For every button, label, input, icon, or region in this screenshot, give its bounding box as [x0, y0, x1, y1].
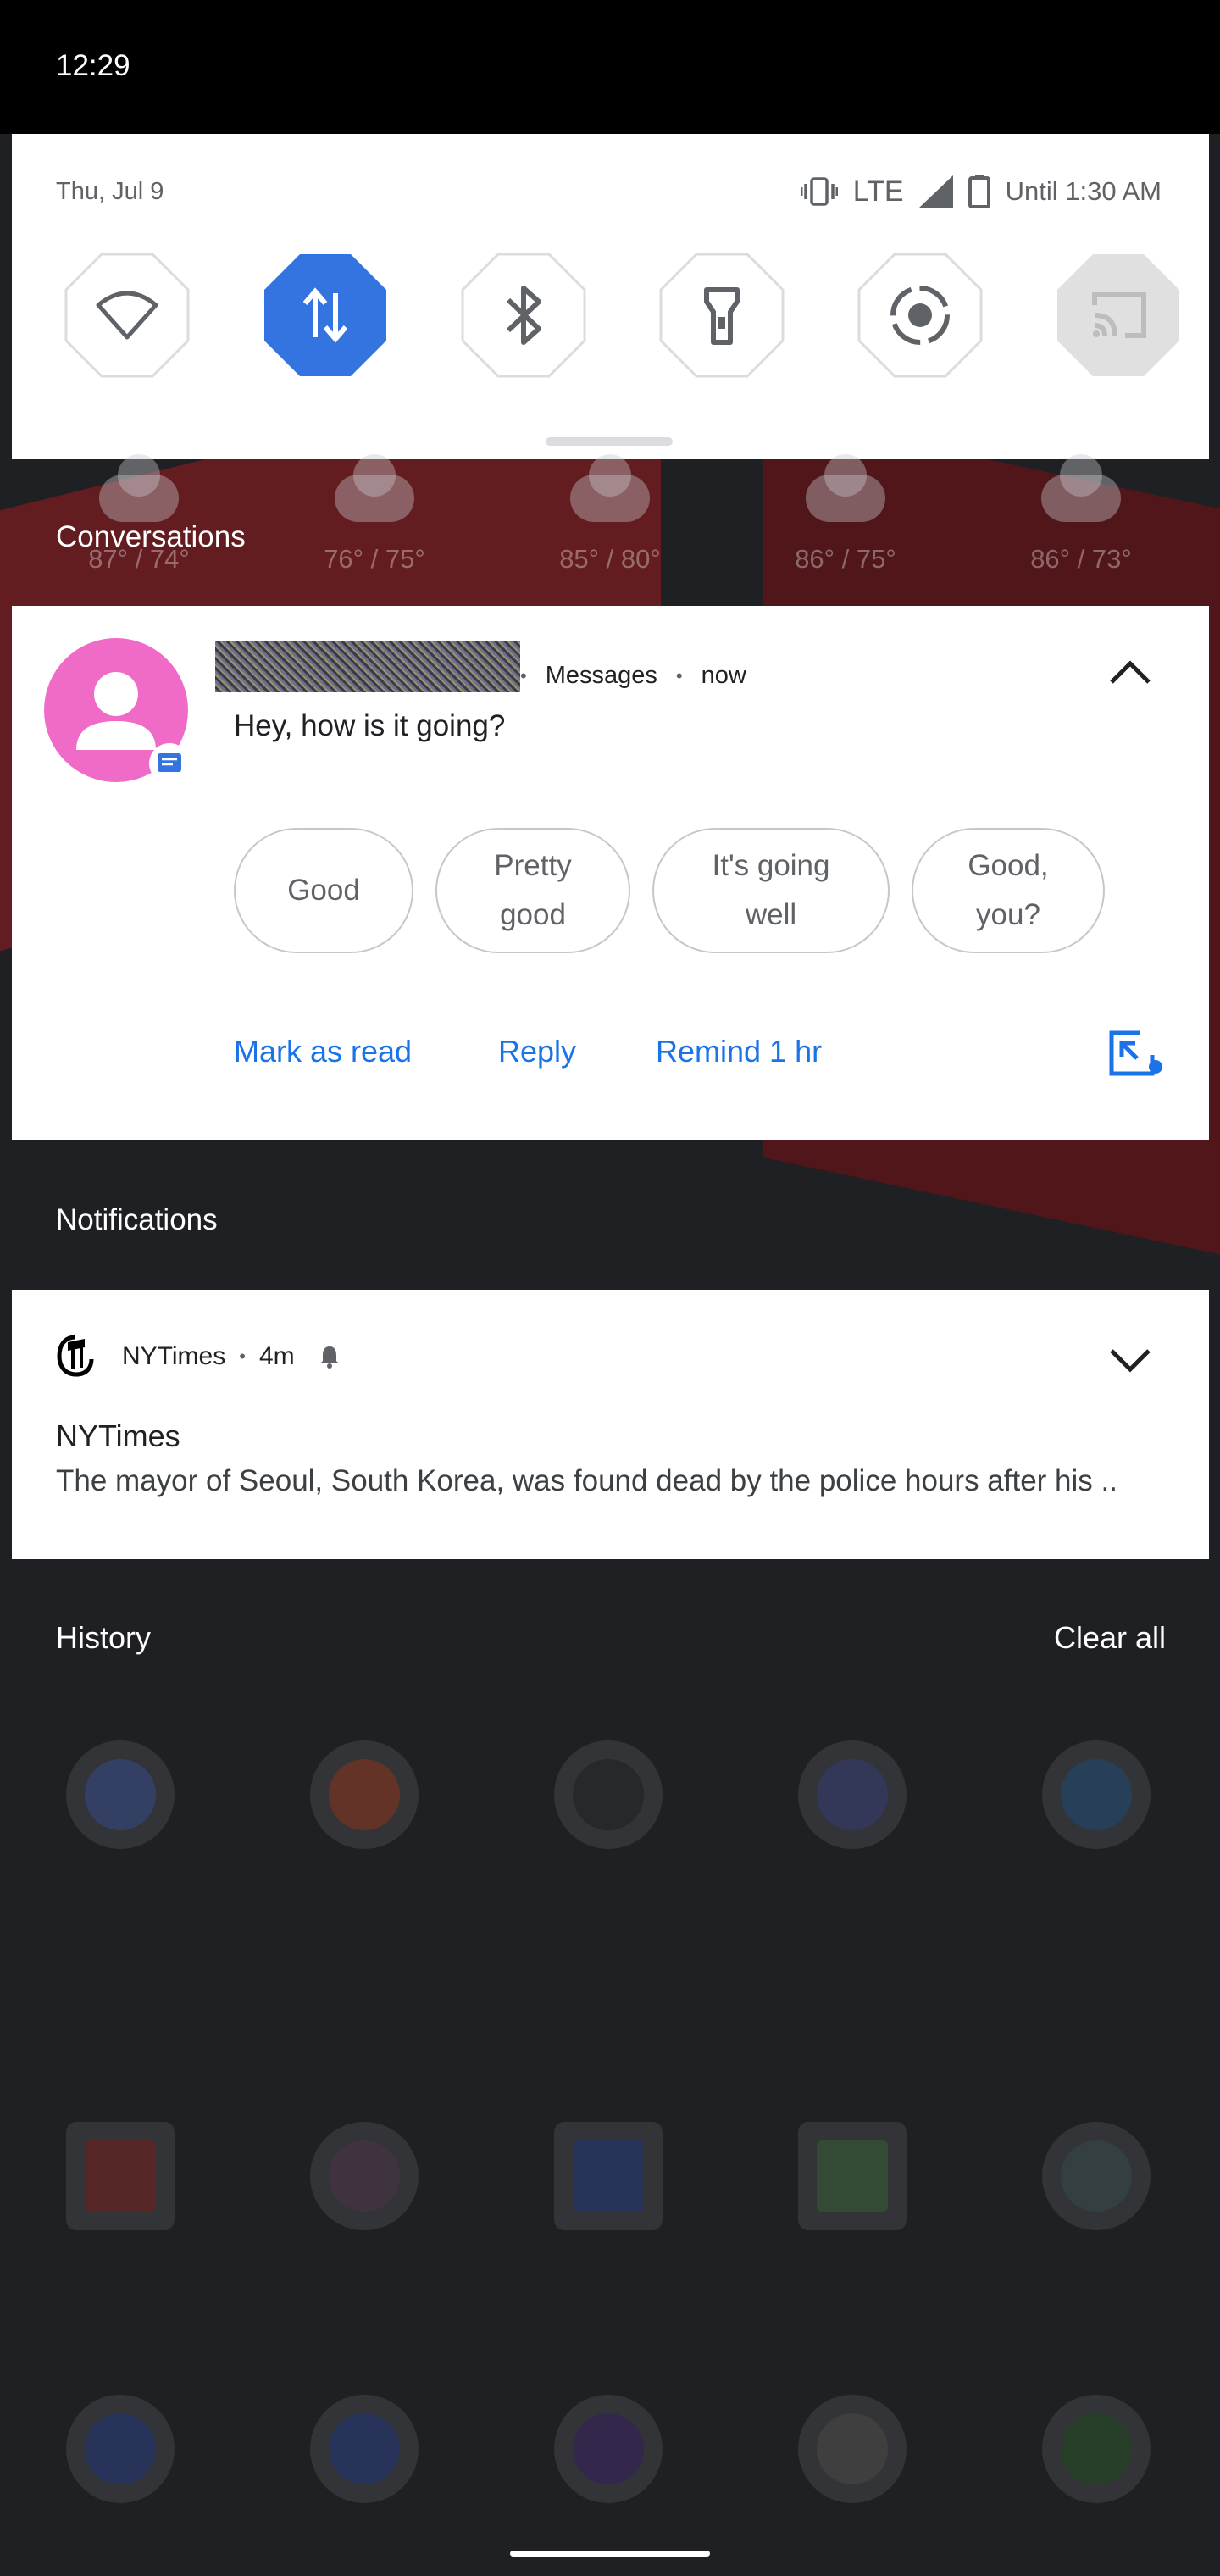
bluetooth-icon	[461, 253, 586, 378]
clear-all-button[interactable]: Clear all	[1054, 1620, 1166, 1656]
battery-text: Until 1:30 AM	[1005, 176, 1162, 206]
nytimes-logo-icon	[57, 1335, 94, 1377]
bluetooth-tile[interactable]	[461, 253, 586, 378]
notifications-heading: Notifications	[56, 1203, 218, 1236]
gesture-nav-bar[interactable]	[510, 2551, 710, 2557]
weather-item: 86° / 73°	[1030, 454, 1132, 575]
wifi-tile[interactable]	[64, 253, 190, 378]
play-store-app-icon[interactable]	[1042, 2122, 1151, 2230]
qs-date: Thu, Jul 9	[56, 178, 164, 205]
telegram-app-icon[interactable]	[1042, 1740, 1151, 1849]
mobile-data-tile[interactable]	[263, 253, 388, 378]
app-name: NYTimes	[122, 1342, 226, 1370]
timestamp: now	[701, 662, 746, 689]
evernote-app-icon[interactable]	[798, 2395, 907, 2503]
status-time: 12:29	[56, 49, 130, 82]
notification-title: NYTimes	[56, 1418, 180, 1453]
weather-item: 86° / 75°	[795, 454, 896, 575]
phone-app-icon[interactable]	[66, 2395, 175, 2503]
status-bar: 12:29	[0, 0, 1220, 134]
quick-settings-tiles	[53, 253, 1179, 381]
app-name: Messages	[545, 662, 657, 689]
screen-record-tile[interactable]	[857, 253, 983, 378]
network-type: LTE	[852, 175, 904, 208]
history-heading: History	[56, 1620, 152, 1655]
office-app-icon[interactable]	[310, 1740, 419, 1849]
wifi-icon	[64, 253, 190, 378]
smart-reply-chip[interactable]: Good	[234, 828, 413, 953]
panel-drag-handle[interactable]	[546, 437, 673, 446]
smart-reply-chip[interactable]: Good, you?	[912, 828, 1105, 953]
conversation-notification[interactable]: • Messages • now Hey, how is it going? G…	[12, 606, 1209, 1140]
record-icon	[857, 253, 983, 378]
calendar-app-icon[interactable]	[554, 2122, 663, 2230]
smart-reply-chip[interactable]: It's going well	[652, 828, 890, 953]
message-text: Hey, how is it going?	[234, 709, 506, 742]
clock-app-icon[interactable]	[66, 1740, 175, 1849]
signal-icon	[918, 175, 953, 208]
notification-body: The mayor of Seoul, South Korea, was fou…	[56, 1464, 1117, 1497]
mobile-data-icon	[264, 254, 386, 376]
mark-as-read-button[interactable]: Mark as read	[234, 1034, 412, 1069]
gmail-app-icon[interactable]	[66, 2122, 175, 2230]
messages-app-icon[interactable]	[310, 2395, 419, 2503]
rocket-app-icon[interactable]	[798, 1740, 907, 1849]
remind-button[interactable]: Remind 1 hr	[656, 1034, 822, 1069]
reply-button[interactable]: Reply	[498, 1034, 576, 1069]
chevron-up-icon[interactable]	[1105, 655, 1156, 689]
bell-icon	[319, 1346, 339, 1368]
android-app-icon[interactable]	[1042, 2395, 1151, 2503]
firefox-app-icon[interactable]	[554, 2395, 663, 2503]
cast-icon	[1057, 254, 1179, 376]
flashlight-icon	[659, 253, 785, 378]
qs-status-icons: LTE Until 1:30 AM	[800, 175, 1162, 208]
redacted-sender	[215, 641, 520, 692]
conversations-heading: Conversations	[56, 520, 246, 553]
battery-icon	[968, 175, 990, 208]
weather-item: 85° / 80°	[559, 454, 661, 575]
slack-app-icon[interactable]	[310, 2122, 419, 2230]
tidal-app-icon[interactable]	[554, 1740, 663, 1849]
vibrate-icon	[800, 177, 838, 206]
nytimes-notification[interactable]: NYTimes • 4m NYTimes The mayor of Seoul,…	[12, 1290, 1209, 1559]
timestamp: 4m	[258, 1342, 295, 1370]
conversation-meta: • Messages • now	[520, 662, 746, 689]
nytimes-meta: NYTimes • 4m	[122, 1342, 342, 1371]
maps-app-icon[interactable]	[798, 2122, 907, 2230]
message-badge-icon	[149, 743, 190, 784]
chevron-down-icon[interactable]	[1105, 1342, 1156, 1376]
weather-item: 76° / 75°	[324, 454, 425, 575]
smart-reply-chip[interactable]: Pretty good	[435, 828, 630, 953]
bubble-icon[interactable]	[1108, 1030, 1164, 1077]
cast-tile[interactable]	[1056, 253, 1181, 378]
quick-settings-panel: Thu, Jul 9 LTE Until 1:30 AM	[12, 134, 1209, 459]
flashlight-tile[interactable]	[659, 253, 785, 378]
